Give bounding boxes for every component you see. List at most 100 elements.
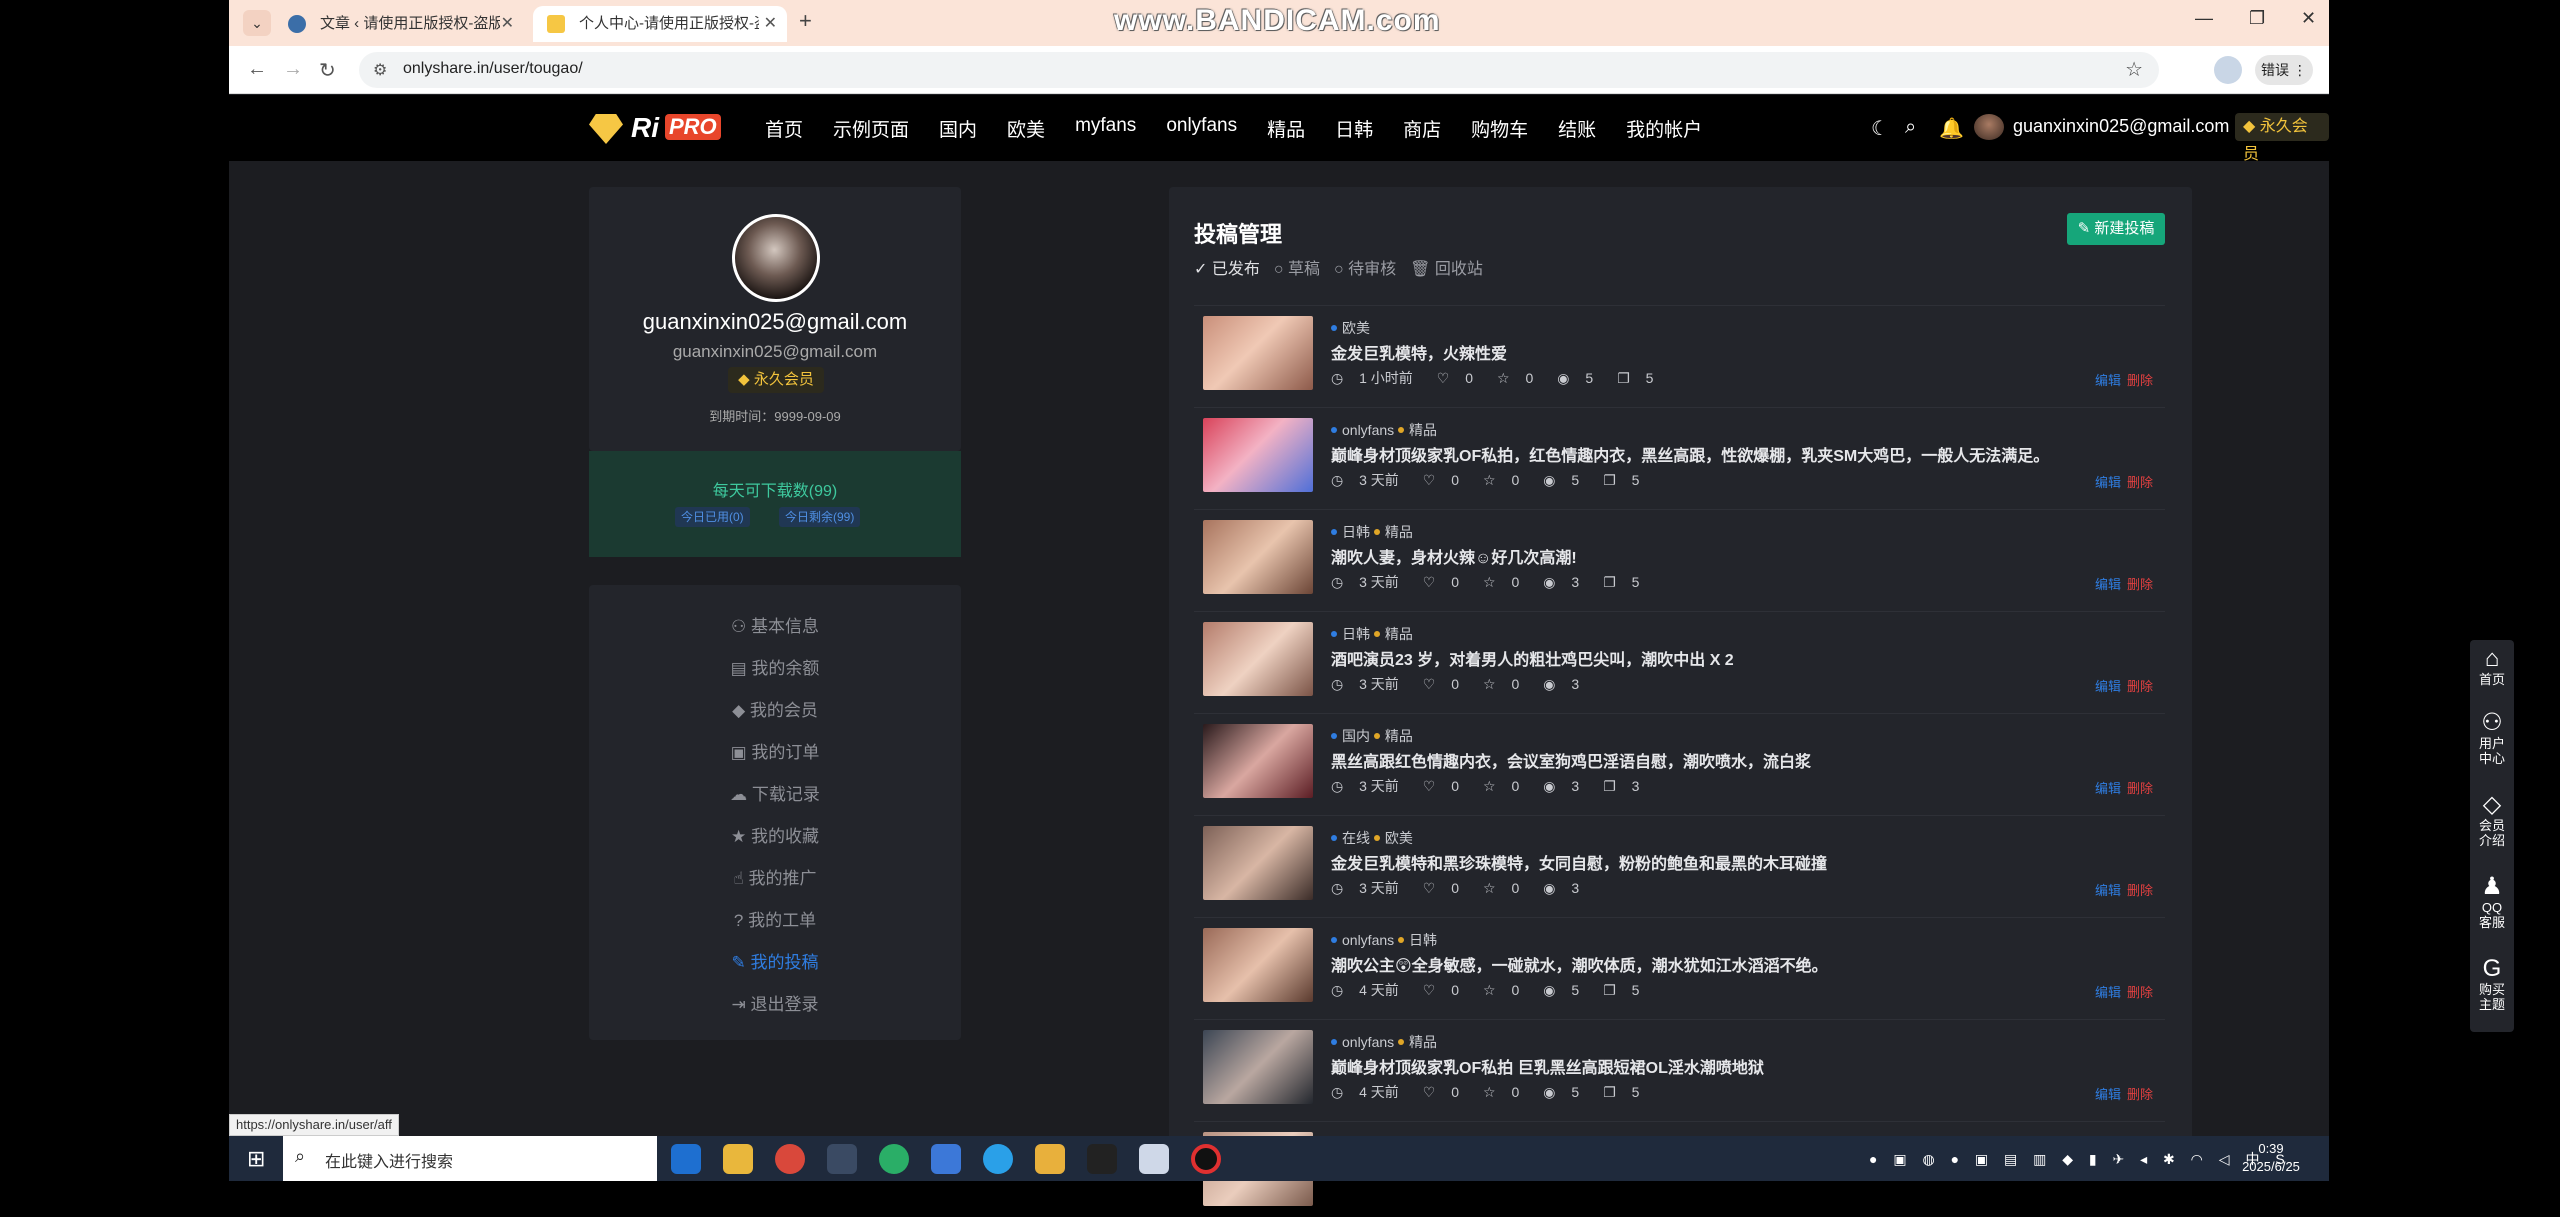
new-submission-button[interactable]: ✎ 新建投稿 — [2067, 213, 2165, 245]
profile-icon[interactable] — [2214, 56, 2242, 84]
delete-button[interactable]: 删除 — [2127, 370, 2153, 389]
post-thumbnail[interactable] — [1203, 316, 1313, 390]
filter-pending[interactable]: ○ 待审核 — [1334, 255, 1396, 279]
post-title[interactable]: 金发巨乳模特和黑珍珠模特，女同自慰，粉粉的鲍鱼和最黑的木耳碰撞 — [1331, 850, 1827, 874]
minimize-icon[interactable]: — — [2195, 8, 2213, 29]
menu-item-featured[interactable]: 精品 — [1267, 115, 1305, 142]
side-menu-orders[interactable]: ▣ 我的订单 — [589, 738, 961, 763]
edit-button[interactable]: 编辑 — [2095, 982, 2121, 1001]
taskbar-search[interactable]: ⌕ 在此键入进行搜索 — [283, 1136, 657, 1181]
post-category[interactable]: onlyfans — [1342, 1034, 1394, 1050]
table-row[interactable]: 日韩 精品 潮吹人妻，身材火辣☺好几次高潮! ◷ 3 天前 ♡ 0 ☆ 0 ◉ 3 ❐ 5… — [1194, 509, 2165, 605]
file-explorer-icon[interactable] — [723, 1144, 753, 1174]
edit-button[interactable]: 编辑 — [2095, 778, 2121, 797]
tab-close-icon[interactable]: ✕ — [501, 6, 514, 42]
post-category[interactable]: 精品 — [1385, 728, 1413, 744]
post-thumbnail[interactable] — [1203, 1030, 1313, 1104]
post-category[interactable]: onlyfans — [1342, 932, 1394, 948]
edit-button[interactable]: 编辑 — [2095, 880, 2121, 899]
address-bar[interactable]: ⚙ onlyshare.in/user/tougao/ ☆ — [359, 52, 2159, 88]
edit-button[interactable]: 编辑 — [2095, 1084, 2121, 1103]
post-title[interactable]: 潮吹人妻，身材火辣☺好几次高潮! — [1331, 544, 1577, 568]
side-menu-submissions[interactable]: ✎ 我的投稿 — [589, 948, 961, 973]
float-buy-theme[interactable]: G 购买主题 — [2470, 956, 2514, 1013]
menu-item-shop[interactable]: 商店 — [1403, 115, 1441, 142]
post-thumbnail[interactable] — [1203, 418, 1313, 492]
side-menu-tickets[interactable]: ? 我的工单 — [589, 906, 961, 931]
reload-icon[interactable]: ↻ — [319, 58, 336, 83]
delete-button[interactable]: 删除 — [2127, 676, 2153, 695]
post-thumbnail[interactable] — [1203, 622, 1313, 696]
post-thumbnail[interactable] — [1203, 826, 1313, 900]
new-tab-button[interactable]: + — [799, 8, 812, 34]
delete-button[interactable]: 删除 — [2127, 778, 2153, 797]
side-menu-downloads[interactable]: ☁ 下载记录 — [589, 780, 961, 805]
post-category[interactable]: 精品 — [1385, 626, 1413, 642]
filter-draft[interactable]: ○ 草稿 — [1274, 255, 1320, 279]
side-menu-balance[interactable]: ▤ 我的余额 — [589, 654, 961, 679]
post-thumbnail[interactable] — [1203, 724, 1313, 798]
app-icon[interactable] — [1035, 1144, 1065, 1174]
side-menu-logout[interactable]: ⇥ 退出登录 — [589, 990, 961, 1015]
header-user-email[interactable]: guanxinxin025@gmail.com — [2013, 116, 2229, 137]
table-row[interactable]: onlyfans 精品 巅峰身材顶级家乳OF私拍，红色情趣内衣，黑丝高跟，性欲爆… — [1194, 407, 2165, 503]
table-row[interactable]: onlyfans 日韩 潮吹公主😲全身敏感，一碰就水，潮吹体质，潮水犹如江水滔滔… — [1194, 917, 2165, 1013]
menu-item-onlyfans[interactable]: onlyfans — [1166, 115, 1237, 142]
delete-button[interactable]: 删除 — [2127, 880, 2153, 899]
menu-item-cart[interactable]: 购物车 — [1471, 115, 1528, 142]
table-row[interactable]: 国内 精品 黑丝高跟红色情趣内衣，会议室狗鸡巴淫语自慰，潮吹喷水，流白浆 ◷ 3 … — [1194, 713, 2165, 809]
tab-user-center[interactable]: 个人中心-请使用正版授权-盗版 ✕ — [533, 6, 787, 42]
edit-button[interactable]: 编辑 — [2095, 676, 2121, 695]
ie-icon[interactable] — [671, 1144, 701, 1174]
side-menu-favorites[interactable]: ★ 我的收藏 — [589, 822, 961, 847]
windows-start-icon[interactable]: ⊞ — [247, 1146, 265, 1172]
float-qq-support[interactable]: ♟ QQ客服 — [2470, 874, 2514, 931]
post-title[interactable]: 巅峰身材顶级家乳OF私拍，红色情趣内衣，黑丝高跟，性欲爆棚，乳夹SM大鸡巴，一般… — [1331, 442, 2049, 466]
delete-button[interactable]: 删除 — [2127, 574, 2153, 593]
float-home[interactable]: ⌂ 首页 — [2470, 646, 2514, 688]
chrome-active-icon[interactable] — [827, 1144, 857, 1174]
post-category[interactable]: 精品 — [1409, 422, 1437, 438]
filter-published[interactable]: ✓ 已发布 — [1194, 255, 1260, 279]
bookmark-star-icon[interactable]: ☆ — [2125, 57, 2143, 82]
app-icon[interactable] — [931, 1144, 961, 1174]
post-title[interactable]: 酒吧演员23 岁，对着男人的粗壮鸡巴尖叫，潮吹中出 X 2 — [1331, 646, 1734, 670]
tab-search-button[interactable]: ⌄ — [243, 10, 271, 36]
post-category[interactable]: 精品 — [1409, 1034, 1437, 1050]
menu-item-western[interactable]: 欧美 — [1007, 115, 1045, 142]
delete-button[interactable]: 删除 — [2127, 1084, 2153, 1103]
edit-button[interactable]: 编辑 — [2095, 574, 2121, 593]
side-menu-referral[interactable]: ☝ 我的推广 — [589, 864, 961, 889]
side-menu-basic-info[interactable]: ⚇ 基本信息 — [589, 612, 961, 637]
taskbar-clock[interactable]: 0:39 2025/6/25 — [2241, 1140, 2301, 1176]
tab-articles[interactable]: 文章 ‹ 请使用正版授权-盗版主题 ✕ — [274, 6, 524, 42]
post-category[interactable]: 日韩 — [1342, 524, 1370, 540]
table-row[interactable]: 在线 欧美 金发巨乳模特和黑珍珠模特，女同自慰，粉粉的鲍鱼和最黑的木耳碰撞 ◷ 3… — [1194, 815, 2165, 911]
header-vip-badge[interactable]: ◆ 永久会员 — [2235, 113, 2329, 163]
post-thumbnail[interactable] — [1203, 928, 1313, 1002]
float-membership[interactable]: ◇ 会员介绍 — [2470, 792, 2514, 849]
header-avatar[interactable] — [1974, 114, 2004, 140]
menu-item-home[interactable]: 首页 — [765, 115, 803, 142]
post-category[interactable]: 欧美 — [1342, 320, 1370, 336]
wechat-icon[interactable] — [879, 1144, 909, 1174]
post-category[interactable]: onlyfans — [1342, 422, 1394, 438]
back-icon[interactable]: ← — [247, 58, 267, 81]
forward-icon[interactable]: → — [283, 58, 303, 81]
table-row[interactable]: 欧美 金发巨乳模特，火辣性爱 ◷ 1 小时前 ♡ 0 ☆ 0 ◉ 5 ❐ 5 编辑 删除 — [1194, 305, 2165, 401]
bandicam-icon[interactable] — [1191, 1144, 1221, 1174]
app-icon[interactable] — [1139, 1144, 1169, 1174]
menu-item-myfans[interactable]: myfans — [1075, 115, 1136, 142]
post-title[interactable]: 潮吹公主😲全身敏感，一碰就水，潮吹体质，潮水犹如江水滔滔不绝。 — [1331, 952, 1828, 976]
side-menu-membership[interactable]: ◆ 我的会员 — [589, 696, 961, 721]
post-title[interactable]: 黑丝高跟红色情趣内衣，会议室狗鸡巴淫语自慰，潮吹喷水，流白浆 — [1331, 748, 1811, 772]
table-row[interactable]: onlyfans 精品 巅峰身材顶级家乳OF私拍 巨乳黑丝高跟短裙OL淫水潮喷地… — [1194, 1019, 2165, 1115]
bell-icon[interactable]: 🔔 — [1939, 116, 1964, 141]
post-category[interactable]: 在线 — [1342, 830, 1370, 846]
delete-button[interactable]: 删除 — [2127, 982, 2153, 1001]
edit-button[interactable]: 编辑 — [2095, 370, 2121, 389]
float-user-center[interactable]: ⚇ 用户中心 — [2470, 710, 2514, 767]
telegram-icon[interactable] — [983, 1144, 1013, 1174]
table-row[interactable]: 日韩 精品 酒吧演员23 岁，对着男人的粗壮鸡巴尖叫，潮吹中出 X 2 ◷ 3 天… — [1194, 611, 2165, 707]
terminal-icon[interactable] — [1087, 1144, 1117, 1174]
